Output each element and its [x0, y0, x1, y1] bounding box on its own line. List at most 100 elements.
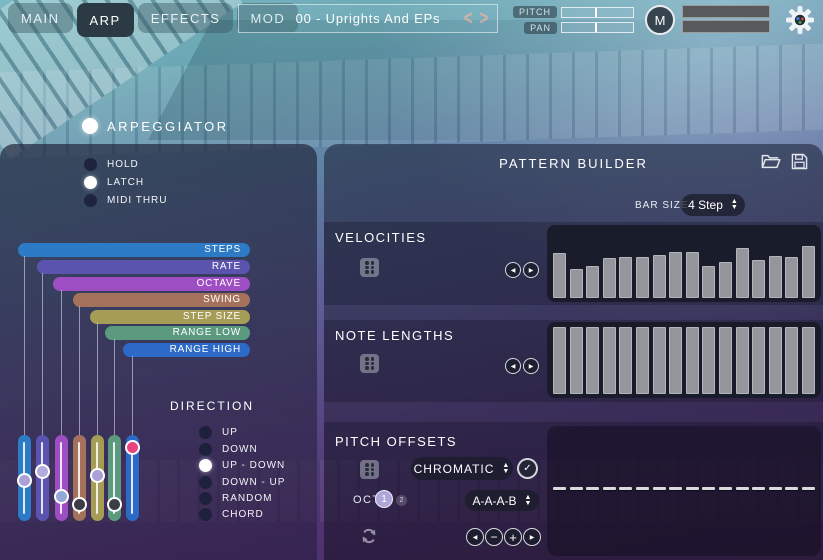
param-ribbon-range-high[interactable]: RANGE HIGH [123, 343, 250, 357]
pan-slider[interactable] [561, 22, 634, 33]
param-slider-octave[interactable] [55, 435, 68, 521]
direction-down[interactable]: DOWN [199, 441, 258, 457]
pitch-offset-step-8[interactable] [669, 487, 682, 490]
direction-random[interactable]: RANDOM [199, 490, 272, 506]
velocity-bar-5[interactable] [619, 257, 632, 298]
pitch-offset-step-2[interactable] [570, 487, 583, 490]
direction-radio-down[interactable] [199, 443, 212, 456]
preset-prev-icon[interactable]: < [464, 7, 474, 30]
velocity-bar-4[interactable] [603, 258, 616, 298]
randomize-velocities-dice-icon[interactable] [360, 258, 379, 277]
param-ribbon-step-size[interactable]: STEP SIZE [90, 310, 250, 324]
pitch-offset-step-4[interactable] [603, 487, 616, 490]
slider-knob-steps[interactable] [17, 473, 32, 488]
note-length-bar-6[interactable] [636, 327, 649, 394]
note-length-bar-14[interactable] [769, 327, 782, 394]
direction-radio-up-down[interactable] [199, 459, 212, 472]
pitch-offset-step-16[interactable] [802, 487, 815, 490]
settings-gear-icon[interactable] [786, 6, 814, 34]
note-length-bar-8[interactable] [669, 327, 682, 394]
velocity-bar-15[interactable] [785, 257, 798, 298]
pitch-offsets-prev-icon[interactable]: ◀ [466, 528, 484, 546]
param-ribbon-rate[interactable]: RATE [37, 260, 250, 274]
pitch-offset-step-14[interactable] [769, 487, 782, 490]
direction-chord[interactable]: CHORD [199, 506, 264, 522]
param-ribbon-range-low[interactable]: RANGE LOW [105, 326, 250, 340]
param-slider-range-high[interactable] [126, 435, 139, 521]
velocity-bar-10[interactable] [702, 266, 715, 298]
velocity-bar-1[interactable] [553, 253, 566, 298]
pitch-offsets-next-icon[interactable]: ▶ [523, 528, 541, 546]
slider-knob-rate[interactable] [35, 464, 50, 479]
randomize-pitch-offsets-dice-icon[interactable] [360, 460, 379, 479]
stepper-arrows-icon[interactable]: ▲▼ [525, 495, 532, 507]
velocity-bar-11[interactable] [719, 262, 732, 298]
pitch-offset-step-15[interactable] [785, 487, 798, 490]
velocities-next-icon[interactable]: ▶ [523, 262, 539, 278]
tab-main[interactable]: MAIN [8, 3, 73, 33]
direction-radio-down-up[interactable] [199, 476, 212, 489]
direction-up[interactable]: UP [199, 424, 238, 440]
pitch-offset-step-12[interactable] [736, 487, 749, 490]
arpeggiator-toggle[interactable] [82, 118, 98, 134]
param-ribbon-steps[interactable]: STEPS [18, 243, 250, 257]
param-slider-swing[interactable] [73, 435, 86, 521]
slider-knob-range-high[interactable] [125, 440, 140, 455]
param-slider-range-low[interactable] [108, 435, 121, 521]
pattern-variation-stepper[interactable]: A-A-A-B ▲▼ [465, 490, 539, 511]
tab-arp[interactable]: ARP [77, 3, 134, 37]
velocity-bar-3[interactable] [586, 266, 599, 298]
pitch-offset-step-13[interactable] [752, 487, 765, 490]
preset-selector[interactable]: 00 - Uprights And EPs < > [238, 4, 498, 33]
pitch-slider[interactable] [561, 7, 634, 18]
mode-radio-hold[interactable] [84, 158, 97, 171]
pitch-offset-step-11[interactable] [719, 487, 732, 490]
preset-next-icon[interactable]: > [479, 7, 489, 30]
stepper-arrows-icon[interactable]: ▲▼ [731, 199, 738, 211]
note-length-bar-13[interactable] [752, 327, 765, 394]
save-pattern-icon[interactable] [791, 153, 809, 171]
mode-latch[interactable]: LATCH [84, 173, 167, 191]
pitch-offset-step-9[interactable] [686, 487, 699, 490]
param-slider-steps[interactable] [18, 435, 31, 521]
pitch-offset-step-5[interactable] [619, 487, 632, 490]
apply-scale-check-icon[interactable]: ✓ [517, 458, 538, 479]
param-slider-rate[interactable] [36, 435, 49, 521]
octave-option-2[interactable]: 2 [396, 495, 407, 506]
velocity-bar-9[interactable] [686, 252, 699, 298]
mute-button[interactable]: M [645, 5, 675, 35]
note-length-bar-3[interactable] [586, 327, 599, 394]
note-length-bar-2[interactable] [570, 327, 583, 394]
velocity-bar-8[interactable] [669, 252, 682, 298]
scale-stepper[interactable]: CHROMATIC ▲▼ [411, 457, 513, 480]
load-pattern-folder-icon[interactable] [761, 153, 783, 171]
note-lengths-prev-icon[interactable]: ◀ [505, 358, 521, 374]
param-ribbon-swing[interactable]: SWING [73, 293, 250, 307]
direction-up-down[interactable]: UP - DOWN [199, 457, 285, 473]
octave-option-1[interactable]: 1 [375, 490, 393, 508]
pitch-offset-step-6[interactable] [636, 487, 649, 490]
note-lengths-next-icon[interactable]: ▶ [523, 358, 539, 374]
mode-radio-latch[interactable] [84, 176, 97, 189]
direction-radio-random[interactable] [199, 492, 212, 505]
note-length-bar-12[interactable] [736, 327, 749, 394]
note-length-bar-1[interactable] [553, 327, 566, 394]
mode-radio-midi-thru[interactable] [84, 194, 97, 207]
bar-size-stepper[interactable]: 4 Step ▲▼ [681, 194, 745, 216]
velocity-bar-14[interactable] [769, 256, 782, 298]
note-length-bar-11[interactable] [719, 327, 732, 394]
param-slider-step-size[interactable] [91, 435, 104, 521]
slider-knob-range-low[interactable] [107, 497, 122, 512]
note-length-bar-7[interactable] [653, 327, 666, 394]
stepper-arrows-icon[interactable]: ▲▼ [502, 463, 510, 475]
pitch-offsets-decrement-icon[interactable]: − [485, 528, 503, 546]
velocity-bar-13[interactable] [752, 260, 765, 298]
note-length-bar-9[interactable] [686, 327, 699, 394]
pitch-offset-step-10[interactable] [702, 487, 715, 490]
randomize-note-lengths-dice-icon[interactable] [360, 354, 379, 373]
slider-knob-step-size[interactable] [90, 468, 105, 483]
slider-knob-octave[interactable] [54, 489, 69, 504]
direction-down-up[interactable]: DOWN - UP [199, 474, 285, 490]
mode-hold[interactable]: HOLD [84, 155, 167, 173]
direction-radio-up[interactable] [199, 426, 212, 439]
